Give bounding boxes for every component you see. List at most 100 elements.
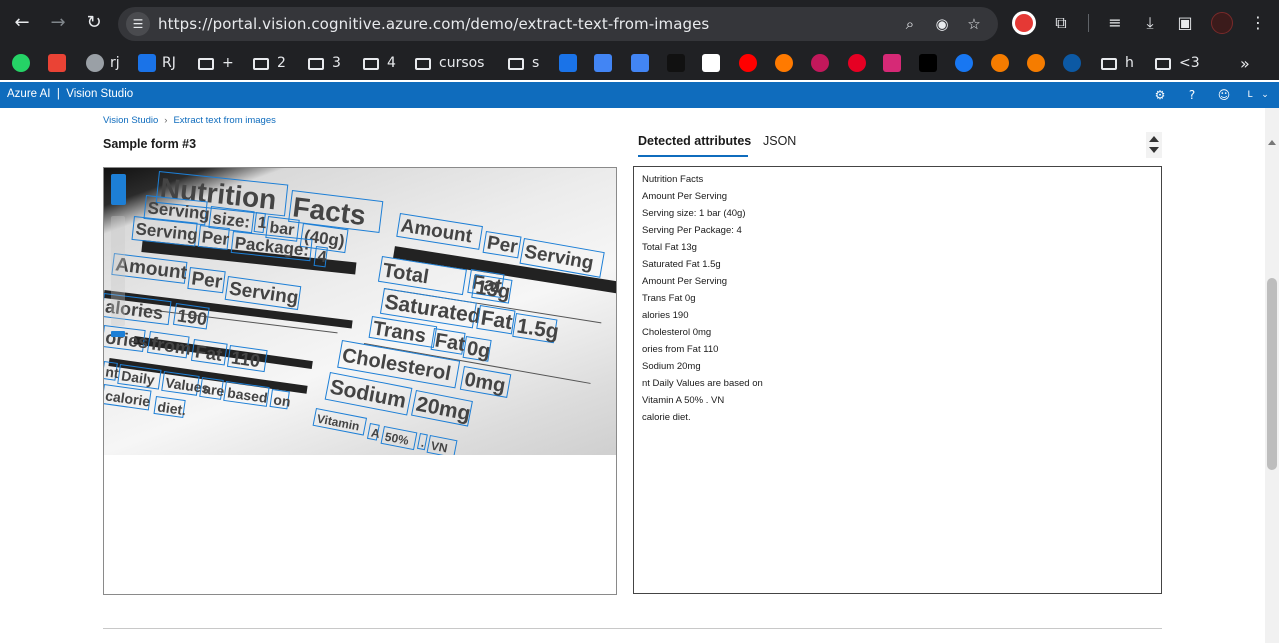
- text-bounding-box[interactable]: Fat: [476, 305, 516, 335]
- translate-icon: [594, 54, 612, 72]
- extensions-icon[interactable]: ⧉: [1049, 11, 1073, 35]
- detected-text-line: alories 190: [642, 310, 689, 321]
- text-bounding-box[interactable]: 50%: [380, 426, 418, 451]
- bookmark-item[interactable]: [559, 51, 583, 75]
- text-bounding-box[interactable]: Serving: [224, 276, 302, 311]
- eye-off-icon[interactable]: ◉: [932, 14, 952, 34]
- text-bounding-box[interactable]: 4: [313, 246, 328, 268]
- text-bounding-box[interactable]: 1: [253, 212, 268, 234]
- bookmark-item[interactable]: [991, 51, 1015, 75]
- bookmark-item[interactable]: [811, 51, 835, 75]
- text-bounding-box[interactable]: Per: [482, 231, 522, 259]
- breadcrumb-extract-text[interactable]: Extract text from images: [173, 115, 275, 126]
- settings-gear-icon[interactable]: ⚙: [1151, 86, 1169, 104]
- text-bounding-box[interactable]: 0mg: [459, 366, 512, 398]
- media-queue-icon[interactable]: ≡: [1103, 11, 1127, 35]
- bookmark-item[interactable]: <3: [1155, 51, 1200, 75]
- bookmark-label: rj: [110, 55, 120, 71]
- bookmark-item[interactable]: s: [508, 51, 539, 75]
- text-bounding-box[interactable]: 0g: [462, 336, 492, 363]
- text-bounding-box[interactable]: diet.: [153, 396, 187, 418]
- scroll-stepper[interactable]: [1146, 132, 1162, 158]
- text-bounding-box[interactable]: Fat: [430, 328, 466, 356]
- bookmark-item[interactable]: [594, 51, 618, 75]
- text-bounding-box[interactable]: are: [199, 377, 225, 400]
- text-bounding-box[interactable]: Values: [161, 371, 210, 396]
- app-brand[interactable]: Azure AI | Vision Studio: [7, 88, 133, 100]
- feedback-smiley-icon[interactable]: ☺: [1215, 86, 1233, 104]
- bookmark-item[interactable]: [848, 51, 872, 75]
- text-bounding-box[interactable]: 1.5g: [512, 313, 560, 344]
- bookmark-item[interactable]: 3: [308, 51, 341, 75]
- detected-text-line: Total Fat 13g: [642, 242, 697, 253]
- bookmark-item[interactable]: [1027, 51, 1051, 75]
- address-bar[interactable]: ☰ https://portal.vision.cognitive.azure.…: [118, 7, 998, 41]
- text-bounding-box[interactable]: from: [146, 331, 192, 359]
- folder-icon: [1101, 58, 1117, 70]
- breadcrumb-vision-studio[interactable]: Vision Studio: [103, 115, 158, 126]
- url-text[interactable]: https://portal.vision.cognitive.azure.co…: [158, 15, 709, 33]
- detected-text-line: ories from Fat 110: [642, 344, 719, 355]
- bookmark-item[interactable]: [667, 51, 691, 75]
- stop-extension-icon[interactable]: [1012, 11, 1036, 35]
- text-bounding-box[interactable]: nt: [104, 361, 120, 381]
- profile-avatar[interactable]: [1211, 12, 1233, 34]
- photo-word: 110: [229, 347, 262, 372]
- text-bounding-box[interactable]: ories: [104, 325, 149, 352]
- text-bounding-box[interactable]: Fat: [190, 339, 228, 366]
- back-icon[interactable]: ←: [10, 11, 34, 35]
- text-bounding-box[interactable]: VN: [426, 435, 458, 455]
- zoom-out-button[interactable]: [111, 331, 125, 337]
- caret-down-icon[interactable]: [1149, 147, 1159, 153]
- text-bounding-box[interactable]: 110: [226, 345, 268, 373]
- bookmark-item[interactable]: cursos: [415, 51, 484, 75]
- site-settings-icon[interactable]: ☰: [126, 12, 150, 36]
- bookmark-item[interactable]: h: [1101, 51, 1134, 75]
- bookmark-item[interactable]: 4: [363, 51, 396, 75]
- text-bounding-box[interactable]: 190: [172, 303, 210, 330]
- download-icon[interactable]: ⤓: [1138, 11, 1162, 35]
- bookmark-item[interactable]: [775, 51, 799, 75]
- scroll-thumb[interactable]: [1267, 278, 1277, 470]
- help-icon[interactable]: ?: [1183, 86, 1201, 104]
- bookmark-item[interactable]: +: [198, 51, 234, 75]
- reload-icon[interactable]: ↻: [82, 11, 106, 35]
- bookmark-item[interactable]: [883, 51, 907, 75]
- bookmark-item[interactable]: [955, 51, 979, 75]
- chevron-down-icon[interactable]: ⌄: [1256, 86, 1274, 104]
- more-bookmarks-button[interactable]: »: [1240, 51, 1250, 75]
- bookmark-item[interactable]: RJ: [138, 51, 176, 75]
- text-bounding-box[interactable]: on: [269, 389, 292, 410]
- photo-word: Per: [200, 227, 231, 250]
- bookmark-item[interactable]: [919, 51, 943, 75]
- side-panel-icon[interactable]: ▣: [1173, 11, 1197, 35]
- zoom-icon[interactable]: ⌕: [900, 14, 920, 34]
- forward-icon[interactable]: →: [46, 11, 70, 35]
- text-bounding-box[interactable]: A: [366, 423, 381, 441]
- text-bounding-box[interactable]: Amount: [396, 213, 483, 250]
- tab-json[interactable]: JSON: [763, 134, 796, 148]
- bookmark-item[interactable]: [702, 51, 726, 75]
- bookmark-item[interactable]: [48, 51, 72, 75]
- scroll-up-arrow-icon[interactable]: [1268, 140, 1276, 145]
- text-bounding-box[interactable]: Per: [187, 267, 226, 294]
- bookmark-item[interactable]: [631, 51, 655, 75]
- text-bounding-box[interactable]: 13g: [471, 274, 513, 304]
- bookmark-item[interactable]: [739, 51, 763, 75]
- tab-detected-attributes[interactable]: Detected attributes: [638, 134, 751, 148]
- bookmark-star-icon[interactable]: ☆: [964, 14, 984, 34]
- text-bounding-box[interactable]: .: [416, 433, 428, 451]
- bookmark-item[interactable]: rj: [86, 51, 120, 75]
- caret-up-icon[interactable]: [1149, 136, 1159, 142]
- zoom-in-button[interactable]: [111, 174, 126, 205]
- text-bounding-box[interactable]: 20mg: [411, 390, 473, 427]
- bookmark-item[interactable]: 2: [253, 51, 286, 75]
- bookmark-item[interactable]: [1063, 51, 1087, 75]
- browser-toolbar: ← → ↻ ☰ https://portal.vision.cognitive.…: [0, 0, 1279, 46]
- page-scrollbar[interactable]: [1265, 108, 1279, 643]
- text-bounding-box[interactable]: Per: [197, 225, 231, 251]
- bookmark-item[interactable]: [12, 51, 36, 75]
- menu-kebab-icon[interactable]: ⋮: [1246, 11, 1270, 35]
- text-bounding-box[interactable]: Vitamin: [312, 408, 368, 436]
- zoom-slider-track[interactable]: [111, 216, 125, 326]
